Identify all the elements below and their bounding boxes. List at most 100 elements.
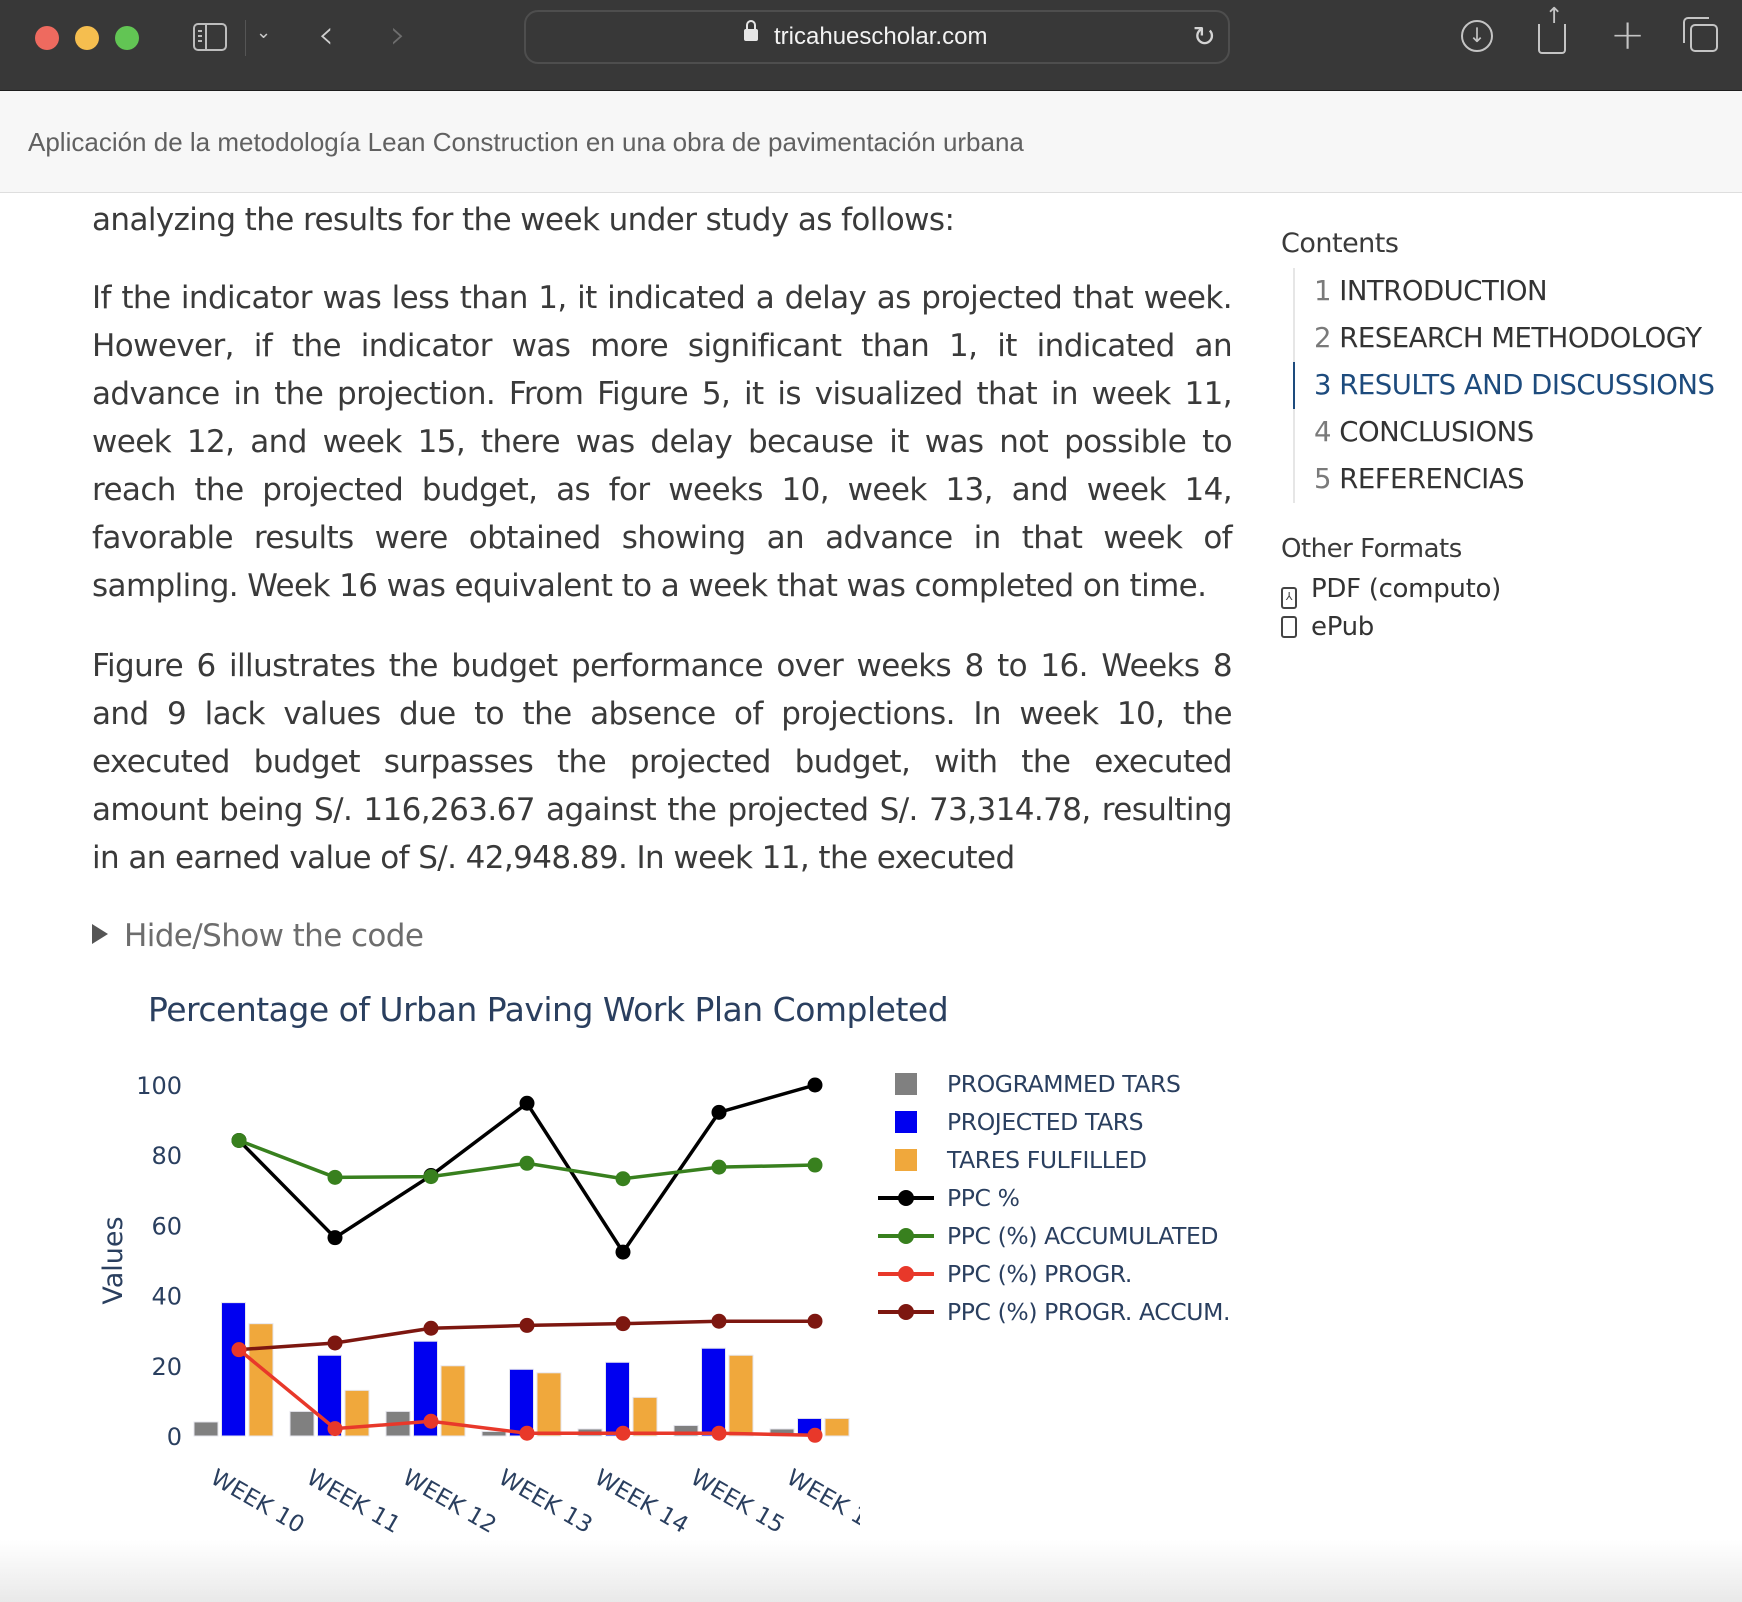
lock-icon [744,20,758,41]
toolbar-divider [245,20,246,56]
chevron-down-icon[interactable]: ⌄ [256,22,271,43]
toc-item-number: 5 [1314,463,1332,495]
paragraph: If the indicator was less than 1, it ind… [92,280,1233,604]
pdf-file-icon: ⅄ [1281,587,1297,609]
reload-icon[interactable]: ↻ [1193,20,1216,53]
browser-toolbar: ⌄ ‹ › tricahuescholar.com ↻ ↓ + [0,0,1742,91]
other-formats-title: Other Formats [1281,534,1462,564]
paragraph: Figure 6 illustrates the budget performa… [92,648,1233,876]
point-ppc-progr-accum [327,1335,343,1351]
legend-label: PROGRAMMED TARS [947,1070,1181,1098]
page-title: Aplicación de la metodología Lean Constr… [28,127,1024,157]
x-tick-label: WEEK 15 [686,1465,789,1539]
plus-icon[interactable]: + [1610,10,1645,59]
page-title-bar: Aplicación de la metodología Lean Constr… [0,91,1742,193]
legend-swatch [895,1111,917,1133]
minimize-window-icon[interactable] [75,26,99,50]
point-ppc [807,1077,823,1093]
toc-item-label: RESULTS AND DISCUSSIONS [1339,369,1715,401]
forward-icon[interactable]: › [390,12,406,58]
y-tick-label: 60 [151,1212,182,1240]
point-ppc-progr-accum [519,1317,535,1333]
legend-item[interactable]: PPC (%) ACCUMULATED [870,1217,1230,1255]
point-ppc-accumulated [327,1169,343,1185]
legend-marker-swatch [898,1190,914,1206]
bar-programmed-tars [193,1421,219,1437]
point-ppc-progr [231,1342,247,1358]
toc-item-conclusions[interactable]: 4 CONCLUSIONS [1295,409,1715,456]
point-ppc-progr [423,1413,439,1429]
toc-item-label: REFERENCIAS [1339,463,1525,495]
point-ppc [519,1095,535,1111]
legend-item[interactable]: PROGRAMMED TARS [870,1065,1230,1103]
epub-file-icon [1281,616,1297,638]
download-icon[interactable]: ↓ [1461,20,1493,52]
y-tick-label: 20 [151,1353,182,1381]
legend-marker-swatch [898,1266,914,1282]
y-tick-label: 100 [136,1072,182,1100]
point-ppc-accumulated [231,1132,247,1148]
bar-tares-fulfilled [536,1372,562,1437]
bar-tares-fulfilled [248,1323,274,1437]
legend-item[interactable]: TARES FULFILLED [870,1141,1230,1179]
zoom-window-icon[interactable] [115,26,139,50]
code-toggle-label: Hide/Show the code [124,918,424,954]
x-tick-label: WEEK 10 [206,1465,309,1539]
bottom-fade [0,1540,1742,1602]
bar-projected-tars [509,1368,534,1437]
format-label: PDF (computo) [1311,574,1501,604]
table-of-contents: Contents 1 INTRODUCTION 2 RESEARCH METHO… [1281,228,1721,642]
point-ppc-accumulated [711,1159,727,1175]
tab-overview-icon[interactable] [1683,17,1718,52]
legend-label: PROJECTED TARS [947,1108,1144,1136]
bar-projected-tars [605,1361,630,1437]
x-tick-label: WEEK 11 [302,1465,405,1539]
legend-item[interactable]: PPC (%) PROGR. ACCUM. [870,1293,1230,1331]
point-ppc-progr-accum [711,1313,727,1329]
y-tick-label: 80 [151,1142,182,1170]
legend-item[interactable]: PPC (%) PROGR. [870,1255,1230,1293]
toc-item-results-and-discussions[interactable]: 3 RESULTS AND DISCUSSIONS [1293,362,1715,409]
sidebar-icon[interactable] [193,23,227,51]
pdf-download-link[interactable]: ⅄ PDF (computo) [1281,574,1501,609]
paragraph: analyzing the results for the week under… [92,202,955,238]
point-ppc-accumulated [807,1157,823,1173]
bar-projected-tars [221,1302,246,1437]
point-ppc-progr [615,1425,631,1441]
bar-tares-fulfilled [728,1354,754,1437]
point-ppc-progr [807,1427,823,1443]
point-ppc-progr [711,1425,727,1441]
legend-marker-swatch [898,1304,914,1320]
share-icon[interactable] [1538,4,1566,54]
y-tick-label: 40 [151,1283,182,1311]
toc-item-label: INTRODUCTION [1339,275,1548,307]
address-bar[interactable]: tricahuescholar.com ↻ [524,10,1230,64]
toc-item-introduction[interactable]: 1 INTRODUCTION [1295,268,1715,315]
url-text[interactable]: tricahuescholar.com [774,23,987,51]
toc-item-number: 4 [1314,416,1332,448]
point-ppc-progr-accum [807,1313,823,1329]
point-ppc-accumulated [423,1169,439,1185]
chart-legend: PROGRAMMED TARS PROJECTED TARS TARES FULFI… [870,1065,1230,1331]
code-toggle[interactable]: Hide/Show the code [92,918,424,954]
back-icon[interactable]: ‹ [318,12,334,58]
point-ppc-accumulated [519,1155,535,1171]
point-ppc-progr-accum [423,1320,439,1336]
toc-item-number: 2 [1314,322,1332,354]
x-tick-label: WEEK 12 [398,1465,501,1539]
legend-item[interactable]: PPC % [870,1179,1230,1217]
toc-item-referencias[interactable]: 5 REFERENCIAS [1295,456,1715,503]
point-ppc-progr-accum [615,1316,631,1332]
bar-tares-fulfilled [632,1396,658,1437]
x-tick-label: WEEK 13 [494,1465,597,1539]
toc-item-number: 3 [1314,369,1332,401]
legend-item[interactable]: PROJECTED TARS [870,1103,1230,1141]
bar-projected-tars [701,1347,726,1437]
legend-marker-swatch [898,1228,914,1244]
close-window-icon[interactable] [35,26,59,50]
point-ppc [615,1244,631,1260]
y-tick-label: 0 [167,1423,182,1451]
toc-item-number: 1 [1314,275,1332,307]
epub-download-link[interactable]: ePub [1281,612,1374,642]
toc-item-research-methodology[interactable]: 2 RESEARCH METHODOLOGY [1295,315,1715,362]
